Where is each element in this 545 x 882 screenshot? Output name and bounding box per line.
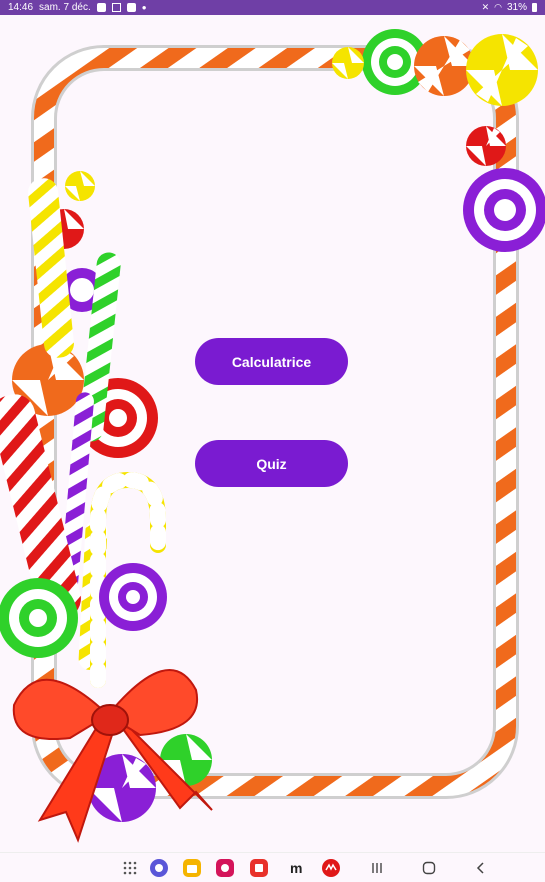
recents-icon[interactable]	[368, 859, 386, 877]
mute-icon: ✕	[481, 2, 490, 12]
calculatrice-button[interactable]: Calculatrice	[195, 338, 348, 385]
status-time: 14:46	[8, 2, 34, 13]
battery-percent: 31%	[506, 2, 527, 13]
lollipop-green-left	[0, 578, 78, 658]
svg-text:m: m	[290, 860, 302, 876]
candy-frame-illustration	[0, 29, 545, 843]
home-icon[interactable]	[420, 859, 438, 877]
battery-icon	[532, 3, 537, 12]
lollipop-purple-right	[463, 168, 545, 252]
files-icon[interactable]	[183, 859, 201, 877]
status-date: sam. 7 déc.	[39, 2, 91, 13]
browser-icon[interactable]	[150, 859, 168, 877]
gmail-icon	[111, 3, 121, 12]
photo-icon	[96, 3, 106, 12]
status-bar: 14:46 sam. 7 déc. ● ✕ ◠ 31%	[0, 0, 545, 15]
candy-red-small	[466, 126, 506, 166]
main-screen: Calculatrice Quiz	[0, 15, 545, 852]
notes-icon[interactable]	[250, 859, 268, 877]
lollipop-orange-top	[414, 36, 474, 96]
gallery-icon[interactable]	[216, 859, 234, 877]
wifi-icon: ◠	[494, 2, 502, 12]
back-icon[interactable]	[472, 859, 490, 877]
photo-icon	[126, 3, 136, 12]
dot-icon: ●	[141, 3, 147, 12]
quiz-button[interactable]: Quiz	[195, 440, 348, 487]
small-candy-yellow	[332, 47, 364, 79]
candy-yellow-small-left	[65, 171, 95, 201]
messenger-icon[interactable]: m	[289, 859, 307, 877]
lollipop-purple-left	[99, 563, 167, 631]
app-red-icon[interactable]	[322, 859, 340, 877]
navigation-bar: m	[0, 852, 545, 882]
app-drawer-icon[interactable]	[121, 859, 139, 877]
lollipop-yellow-top	[466, 34, 538, 106]
